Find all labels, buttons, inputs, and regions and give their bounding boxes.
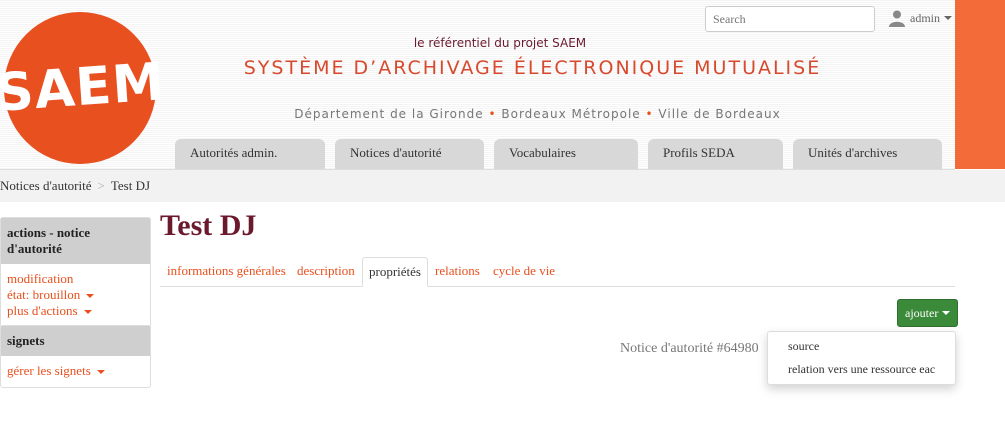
action-state-menu[interactable]: état: brouillon bbox=[7, 287, 144, 303]
add-button[interactable]: ajouter bbox=[897, 299, 959, 327]
tab-properties[interactable]: propriétés bbox=[362, 257, 428, 287]
chevron-down-icon bbox=[86, 294, 95, 299]
bookmarks-panel: signets gérer les signets bbox=[0, 325, 151, 388]
tab-relations[interactable]: relations bbox=[435, 257, 480, 287]
logo-text: SAEM bbox=[0, 52, 167, 124]
department-metropole: Bordeaux Métropole bbox=[501, 107, 641, 121]
breadcrumb-separator: > bbox=[97, 178, 105, 193]
action-more-label: plus d'actions bbox=[7, 303, 78, 318]
tab-description[interactable]: description bbox=[297, 257, 355, 287]
separator-dot: • bbox=[488, 107, 502, 121]
chevron-down-icon bbox=[944, 16, 952, 20]
notice-id-text: Notice d'autorité #64980 bbox=[620, 341, 759, 356]
header-banner: SAEM le référentiel du projet SAEM SYSTÈ… bbox=[0, 0, 955, 170]
action-state-label: état: brouillon bbox=[7, 287, 81, 302]
action-edit-label: modification bbox=[7, 271, 74, 286]
chevron-down-icon bbox=[942, 311, 951, 315]
header-departments: Département de la Gironde • Bordeaux Mét… bbox=[250, 107, 825, 121]
main-nav: Autorités admin. Notices d'autorité Voca… bbox=[175, 139, 942, 169]
manage-bookmarks-label: gérer les signets bbox=[7, 363, 91, 378]
breadcrumb-current: Test DJ bbox=[110, 178, 151, 193]
action-more-menu[interactable]: plus d'actions bbox=[7, 303, 144, 319]
user-icon bbox=[889, 10, 905, 27]
page-title: Test DJ bbox=[160, 209, 257, 242]
chevron-down-icon bbox=[83, 310, 92, 315]
search-input[interactable] bbox=[705, 6, 875, 32]
dropdown-item-eac-relation[interactable]: relation vers une ressource eac bbox=[768, 358, 955, 381]
department-bordeaux: Ville de Bordeaux bbox=[658, 107, 781, 121]
breadcrumb-notices[interactable]: Notices d'autorité bbox=[0, 178, 92, 193]
nav-tab-authorities[interactable]: Autorités admin. bbox=[175, 139, 325, 169]
nav-tab-notices[interactable]: Notices d'autorité bbox=[335, 139, 484, 169]
nav-tab-archive-units[interactable]: Unités d'archives bbox=[793, 139, 942, 169]
tab-general-info[interactable]: informations générales bbox=[167, 257, 286, 287]
saem-logo[interactable]: SAEM bbox=[0, 12, 166, 164]
manage-bookmarks-menu[interactable]: gérer les signets bbox=[7, 363, 144, 379]
action-edit-link[interactable]: modification bbox=[7, 271, 144, 287]
header-subtitle: le référentiel du projet SAEM bbox=[413, 36, 587, 50]
department-gironde: Département de la Gironde bbox=[294, 107, 484, 121]
user-menu[interactable]: admin bbox=[888, 9, 952, 27]
chevron-down-icon bbox=[96, 370, 105, 375]
actions-panel: actions - notice d'autorité modification… bbox=[0, 217, 151, 328]
user-name: admin bbox=[910, 10, 940, 25]
nav-tab-vocabularies[interactable]: Vocabulaires bbox=[494, 139, 638, 169]
header-title: SYSTÈME D’ARCHIVAGE ÉLECTRONIQUE MUTUALI… bbox=[243, 57, 822, 79]
tab-lifecycle[interactable]: cycle de vie bbox=[493, 257, 555, 287]
nav-tab-seda-profiles[interactable]: Profils SEDA bbox=[648, 139, 783, 169]
bookmarks-panel-title: signets bbox=[1, 326, 150, 356]
add-button-label: ajouter bbox=[905, 305, 939, 320]
header-accent-strip bbox=[955, 0, 1005, 169]
actions-panel-title: actions - notice d'autorité bbox=[1, 218, 150, 264]
separator-dot: • bbox=[645, 107, 659, 121]
breadcrumb: Notices d'autorité > Test DJ bbox=[0, 170, 1005, 202]
add-dropdown-menu: source relation vers une ressource eac bbox=[767, 331, 956, 385]
dropdown-item-source[interactable]: source bbox=[768, 335, 955, 358]
tab-bar: informations générales description propr… bbox=[160, 255, 955, 287]
